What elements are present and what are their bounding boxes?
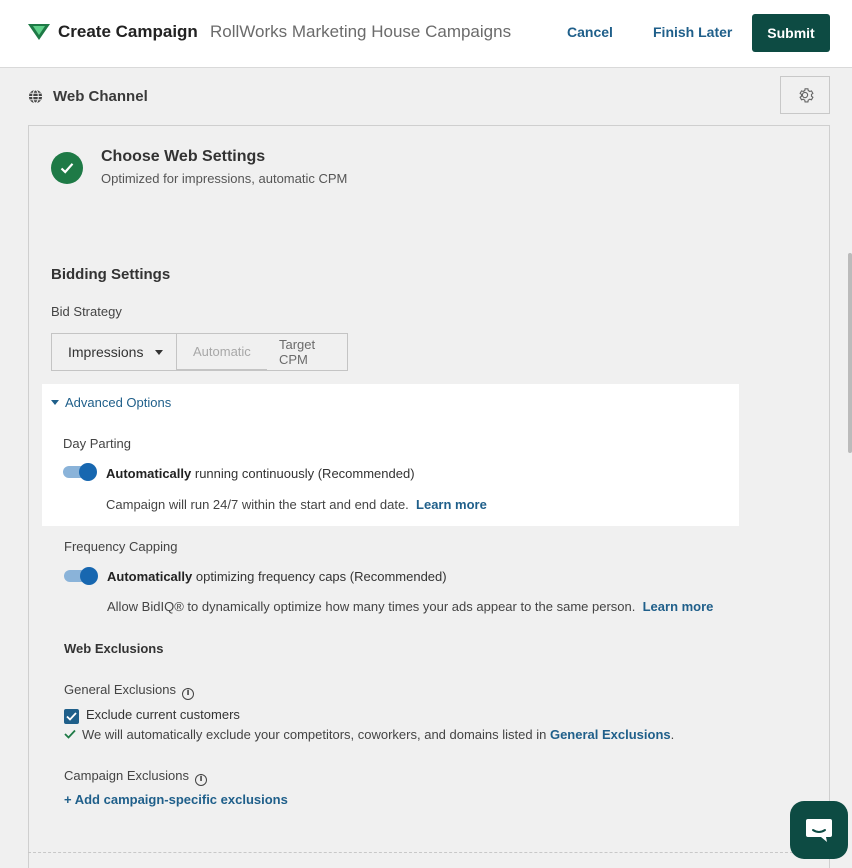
bid-strategy-group: Impressions Automatic Target CPM bbox=[51, 333, 348, 371]
web-channel-label: Web Channel bbox=[53, 87, 148, 105]
add-campaign-exclusions-link[interactable]: + Add campaign-specific exclusions bbox=[64, 792, 288, 807]
bid-strategy-value: Impressions bbox=[68, 344, 144, 360]
web-channel-header: Web Channel bbox=[28, 86, 148, 106]
target-cpm-label: Target CPM bbox=[279, 337, 316, 367]
general-exclusions-link[interactable]: General Exclusions bbox=[550, 727, 671, 742]
chat-button[interactable] bbox=[790, 801, 848, 859]
step-title: Choose Web Settings bbox=[101, 148, 266, 165]
advanced-options-panel: Advanced Options Day Parting Automatical… bbox=[42, 384, 739, 526]
cpm-automatic-placeholder: Automatic bbox=[193, 344, 251, 359]
advanced-options-label: Advanced Options bbox=[65, 395, 172, 410]
channel-settings-button[interactable] bbox=[780, 76, 830, 114]
campaign-name: RollWorks Marketing House Campaigns bbox=[210, 22, 512, 41]
frequency-capping-description: Allow BidIQ® to dynamically optimize how… bbox=[107, 599, 714, 614]
target-cpm-option[interactable]: Target CPM bbox=[267, 334, 347, 370]
general-exclusions-label: General Exclusions i bbox=[64, 682, 194, 700]
cpm-automatic-field[interactable]: Automatic bbox=[177, 334, 267, 370]
submit-button[interactable]: Submit bbox=[752, 14, 830, 52]
bidding-settings-title: Bidding Settings bbox=[51, 266, 171, 283]
app-title: Create Campaign bbox=[58, 22, 198, 41]
bid-strategy-select[interactable]: Impressions bbox=[52, 334, 177, 370]
checkmark-icon bbox=[64, 729, 76, 739]
frequency-learn-more-link[interactable]: Learn more bbox=[643, 599, 714, 614]
day-parting-toggle[interactable] bbox=[63, 463, 97, 481]
campaign-exclusions-label: Campaign Exclusions i bbox=[64, 768, 208, 786]
gear-icon bbox=[799, 88, 814, 103]
top-header: Create Campaign RollWorks Marketing Hous… bbox=[0, 0, 852, 68]
step-complete-badge bbox=[51, 152, 83, 184]
day-parting-status: Automatically running continuously (Reco… bbox=[106, 466, 415, 481]
cancel-button[interactable]: Cancel bbox=[567, 24, 613, 40]
chat-icon bbox=[806, 819, 832, 842]
bid-strategy-label: Bid Strategy bbox=[51, 304, 122, 319]
rollworks-logo-icon bbox=[28, 24, 50, 40]
exclude-customers-label: Exclude current customers bbox=[86, 707, 240, 722]
caret-down-icon bbox=[51, 400, 59, 405]
web-exclusions-title: Web Exclusions bbox=[64, 641, 164, 656]
day-parting-description: Campaign will run 24/7 within the start … bbox=[106, 497, 487, 512]
check-icon bbox=[60, 163, 74, 174]
day-parting-learn-more-link[interactable]: Learn more bbox=[416, 497, 487, 512]
frequency-capping-status: Automatically optimizing frequency caps … bbox=[107, 569, 447, 584]
globe-icon bbox=[28, 88, 43, 104]
info-icon[interactable]: i bbox=[195, 774, 208, 786]
frequency-capping-label: Frequency Capping bbox=[64, 539, 178, 554]
exclude-customers-checkbox[interactable] bbox=[64, 709, 79, 724]
info-icon[interactable]: i bbox=[182, 688, 194, 700]
chevron-down-icon bbox=[155, 349, 164, 355]
divider bbox=[28, 852, 798, 853]
scrollbar[interactable] bbox=[848, 253, 852, 453]
advanced-options-toggle[interactable]: Advanced Options bbox=[51, 395, 171, 410]
frequency-capping-toggle[interactable] bbox=[64, 567, 98, 585]
finish-later-button[interactable]: Finish Later bbox=[653, 24, 732, 40]
auto-exclude-note: We will automatically exclude your compe… bbox=[64, 727, 674, 742]
check-icon bbox=[66, 712, 77, 721]
step-subtitle: Optimized for impressions, automatic CPM bbox=[101, 171, 348, 186]
day-parting-label: Day Parting bbox=[63, 436, 131, 451]
